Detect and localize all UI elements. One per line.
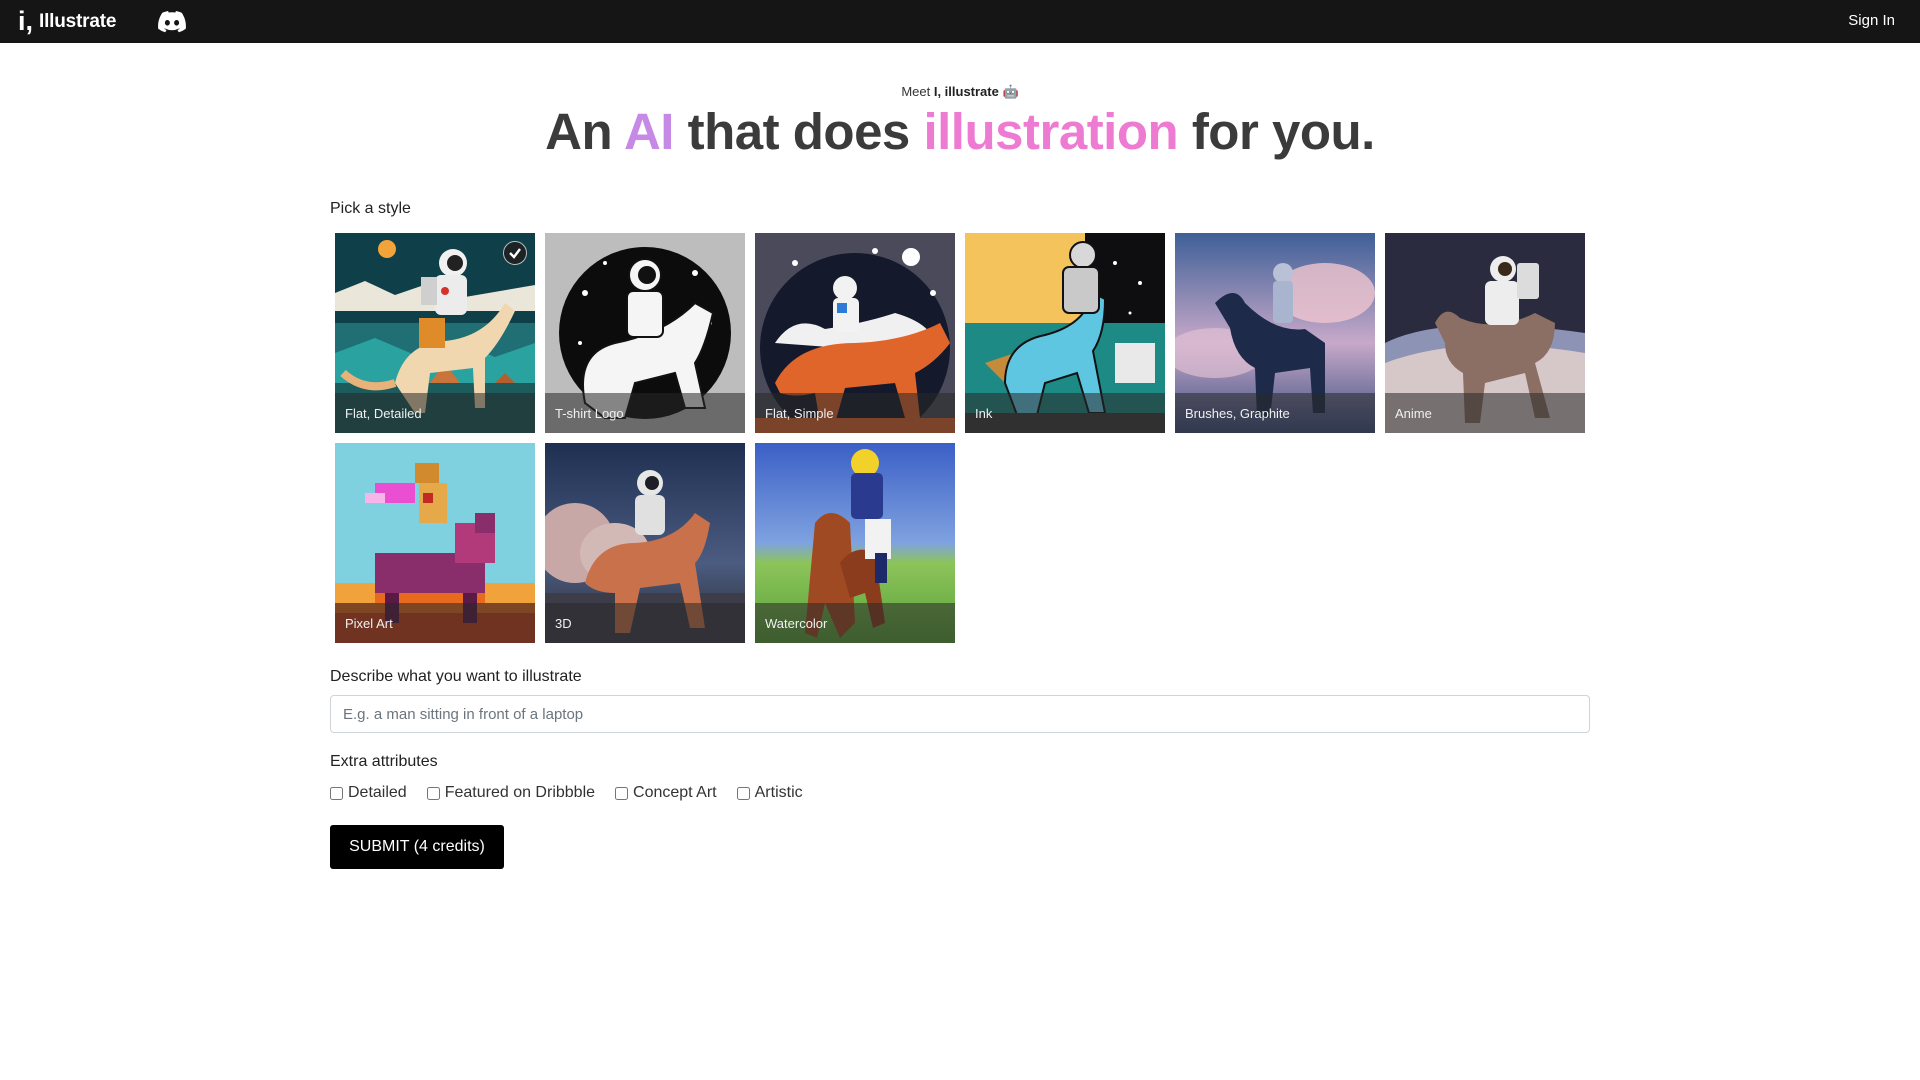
style-tile-flat-simple[interactable]: Flat, Simple bbox=[755, 233, 955, 433]
robot-emoji-icon: 🤖 bbox=[998, 84, 1019, 99]
eyebrow-prefix: Meet bbox=[901, 84, 934, 99]
style-tile-pixel-art[interactable]: Pixel Art bbox=[335, 443, 535, 643]
style-caption: 3D bbox=[545, 603, 745, 643]
style-tile-tshirt-logo[interactable]: T-shirt Logo bbox=[545, 233, 745, 433]
attr-label: Detailed bbox=[348, 784, 407, 801]
discord-icon[interactable] bbox=[158, 10, 186, 34]
description-label: Describe what you want to illustrate bbox=[330, 668, 582, 685]
style-grid: Flat, Detailed T-shirt Logo Flat, Simple… bbox=[335, 233, 1595, 643]
extra-attributes-label: Extra attributes bbox=[330, 753, 438, 770]
style-tile-flat-detailed[interactable]: Flat, Detailed bbox=[335, 233, 535, 433]
eyebrow-brand: I, illustrate bbox=[933, 84, 999, 99]
logo-mark: i, bbox=[18, 5, 34, 36]
style-caption: Ink bbox=[965, 393, 1165, 433]
attr-label: Artistic bbox=[754, 784, 803, 801]
page-headline: An AI that does illustration for you. bbox=[0, 100, 1920, 164]
attr-artistic-checkbox[interactable] bbox=[736, 786, 750, 800]
headline-illustration: illustration bbox=[923, 103, 1179, 160]
pick-style-label: Pick a style bbox=[330, 200, 411, 217]
style-tile-3d[interactable]: 3D bbox=[545, 443, 745, 643]
headline-ai: AI bbox=[623, 103, 675, 160]
attr-label: Featured on Dribbble bbox=[444, 784, 596, 801]
submit-button[interactable]: SUBMIT (4 credits) bbox=[330, 825, 504, 869]
description-input[interactable] bbox=[330, 695, 1590, 733]
style-caption: Watercolor bbox=[755, 603, 955, 643]
headline-part1: An bbox=[545, 103, 624, 160]
style-caption: T-shirt Logo bbox=[545, 393, 745, 433]
style-caption: Pixel Art bbox=[335, 603, 535, 643]
selected-check-icon bbox=[503, 241, 527, 265]
attr-concept-art[interactable]: Concept Art bbox=[615, 784, 717, 802]
style-caption: Flat, Simple bbox=[755, 393, 955, 433]
attr-label: Concept Art bbox=[633, 784, 717, 801]
headline-part2: that does bbox=[673, 103, 924, 160]
hero-eyebrow: Meet I, illustrate 🤖 bbox=[0, 84, 1920, 100]
style-tile-watercolor[interactable]: Watercolor bbox=[755, 443, 955, 643]
attr-featured-on-dribbble-checkbox[interactable] bbox=[426, 786, 440, 800]
logo-text: Illustrate bbox=[39, 11, 117, 32]
attr-artistic[interactable]: Artistic bbox=[736, 784, 803, 802]
attr-concept-art-checkbox[interactable] bbox=[615, 786, 629, 800]
brand-logo[interactable]: i, Illustrate bbox=[18, 5, 117, 36]
attr-detailed-checkbox[interactable] bbox=[330, 786, 343, 800]
extra-attributes-group: Detailed Featured on Dribbble Concept Ar… bbox=[330, 782, 823, 804]
style-tile-ink[interactable]: Ink bbox=[965, 233, 1165, 433]
style-caption: Brushes, Graphite bbox=[1175, 393, 1375, 433]
style-caption: Anime bbox=[1385, 393, 1585, 433]
top-nav-bar: i, Illustrate Sign In bbox=[0, 0, 1920, 43]
attr-featured-on-dribbble[interactable]: Featured on Dribbble bbox=[426, 784, 596, 802]
attr-detailed[interactable]: Detailed bbox=[330, 784, 407, 802]
style-caption: Flat, Detailed bbox=[335, 393, 535, 433]
sign-in-link[interactable]: Sign In bbox=[1848, 12, 1895, 29]
style-tile-brushes-graphite[interactable]: Brushes, Graphite bbox=[1175, 233, 1375, 433]
headline-part3: for you. bbox=[1178, 103, 1376, 160]
style-tile-anime[interactable]: Anime bbox=[1385, 233, 1585, 433]
